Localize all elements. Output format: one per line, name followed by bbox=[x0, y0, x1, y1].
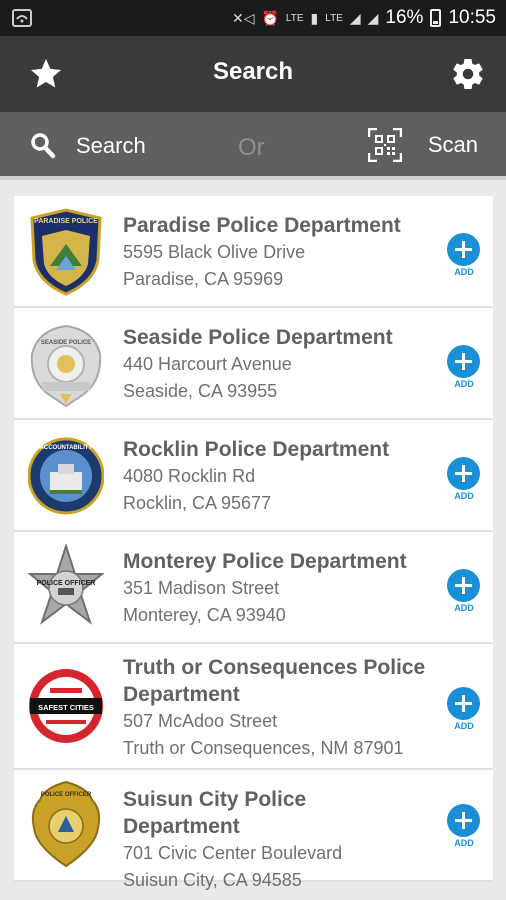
badge-text: POLICE OFFICER bbox=[41, 792, 92, 798]
add-label: ADD bbox=[454, 603, 474, 613]
department-address-line2: Seaside, CA 93955 bbox=[123, 381, 278, 401]
add-icon bbox=[447, 804, 480, 837]
add-button[interactable]: ADD bbox=[447, 345, 481, 389]
department-name: Seaside Police Department bbox=[123, 326, 393, 349]
battery-icon bbox=[430, 9, 442, 27]
add-label: ADD bbox=[454, 721, 474, 731]
department-address-line1: 4080 Rocklin Rd bbox=[123, 466, 256, 486]
department-address-line2: Rocklin, CA 95677 bbox=[123, 493, 272, 513]
lte-icon: LTE bbox=[325, 12, 343, 24]
add-button[interactable]: ADD bbox=[447, 687, 481, 731]
badge-text: PARADISE POLICE bbox=[34, 218, 98, 225]
page-title: Search bbox=[212, 58, 294, 85]
add-icon bbox=[447, 345, 480, 378]
or-label: Or bbox=[238, 134, 265, 161]
badge-text: ACCOUNTABILITY bbox=[40, 445, 93, 451]
department-address-line1: 440 Harcourt Avenue bbox=[123, 354, 292, 374]
add-label: ADD bbox=[454, 491, 474, 501]
search-icon bbox=[31, 133, 56, 159]
list-item[interactable]: PARADISE POLICE Paradise Police Departme… bbox=[14, 196, 493, 308]
add-button[interactable]: ADD bbox=[447, 804, 481, 848]
list-item[interactable]: ACCOUNTABILITY Rocklin Police Department… bbox=[14, 420, 493, 532]
list-item[interactable]: POLICE OFFICER Monterey Police Departmen… bbox=[14, 532, 493, 644]
add-icon bbox=[447, 457, 480, 490]
department-address-line1: 351 Madison Street bbox=[123, 578, 280, 598]
add-label: ADD bbox=[454, 379, 474, 389]
search-button-label: Search bbox=[76, 133, 146, 158]
safest-cities-logo-icon: SAFEST CITIES bbox=[29, 669, 103, 743]
department-name: Truth or Consequences Police Department bbox=[123, 656, 426, 706]
scan-button-label: Scan bbox=[427, 132, 478, 157]
list-item[interactable]: SAFEST CITIES Truth or Consequences Poli… bbox=[14, 644, 493, 770]
add-label: ADD bbox=[454, 838, 474, 848]
add-button[interactable]: ADD bbox=[447, 569, 481, 613]
department-address-line1: 5595 Black Olive Drive bbox=[123, 242, 306, 262]
add-icon bbox=[447, 233, 480, 266]
add-icon bbox=[447, 687, 480, 720]
add-button[interactable]: ADD bbox=[447, 457, 481, 501]
police-badge-icon: SEASIDE POLICE bbox=[30, 324, 102, 408]
department-name: Paradise Police Department bbox=[123, 214, 401, 237]
department-name: Monterey Police Department bbox=[123, 550, 407, 573]
department-address-line2: Suisun City, CA 94585 bbox=[123, 870, 302, 890]
alarm-icon: ⏰ bbox=[261, 9, 279, 26]
add-icon bbox=[447, 569, 480, 602]
department-address-line1: 701 Civic Center Boulevard bbox=[123, 843, 343, 863]
department-name: Rocklin Police Department bbox=[123, 438, 390, 461]
department-address-line2: Truth or Consequences, NM 87901 bbox=[123, 738, 404, 758]
qr-code-icon bbox=[367, 128, 402, 162]
sim-icon: ▮ bbox=[310, 9, 319, 26]
status-bar: ✕◁ ⏰ LTE ▮ LTE ◢ ◢ 16% 10:55 bbox=[0, 0, 506, 36]
department-address-line1: 507 McAdoo Street bbox=[123, 711, 278, 731]
mute-icon: ✕◁ bbox=[231, 9, 255, 26]
police-badge-icon: POLICE OFFICER bbox=[31, 780, 101, 868]
department-address-line2: Monterey, CA 93940 bbox=[123, 605, 286, 625]
search-button[interactable]: Search bbox=[30, 128, 146, 164]
signal-2-icon: ◢ bbox=[367, 9, 379, 26]
department-name: Suisun City Police Department bbox=[123, 788, 307, 838]
scan-button[interactable]: Scan bbox=[367, 127, 478, 163]
volte-icon: LTE bbox=[285, 12, 304, 24]
list-item[interactable]: POLICE OFFICER Suisun City Police Depart… bbox=[14, 770, 493, 890]
police-badge-icon: PARADISE POLICE bbox=[30, 208, 102, 296]
clock: 10:55 bbox=[448, 7, 496, 28]
battery-percent: 16% bbox=[385, 7, 424, 28]
badge-text: SEASIDE POLICE bbox=[41, 340, 91, 346]
list-item[interactable]: SEASIDE POLICE Seaside Police Department… bbox=[14, 308, 493, 420]
department-list: PARADISE POLICE Paradise Police Departme… bbox=[14, 196, 493, 890]
star-badge-icon: POLICE OFFICER bbox=[28, 544, 104, 625]
badge-text: SAFEST CITIES bbox=[38, 703, 94, 712]
app-bar: Search bbox=[0, 36, 506, 112]
department-address-line2: Paradise, CA 95969 bbox=[123, 269, 284, 289]
notification-icon bbox=[12, 9, 32, 27]
search-bar: Search Or Scan bbox=[0, 112, 506, 180]
badge-text: POLICE OFFICER bbox=[37, 580, 96, 587]
add-label: ADD bbox=[454, 267, 474, 277]
police-seal-icon: ACCOUNTABILITY bbox=[28, 437, 104, 515]
signal-icon: ◢ bbox=[349, 9, 361, 26]
add-button[interactable]: ADD bbox=[447, 233, 481, 277]
gear-icon[interactable] bbox=[450, 56, 486, 92]
